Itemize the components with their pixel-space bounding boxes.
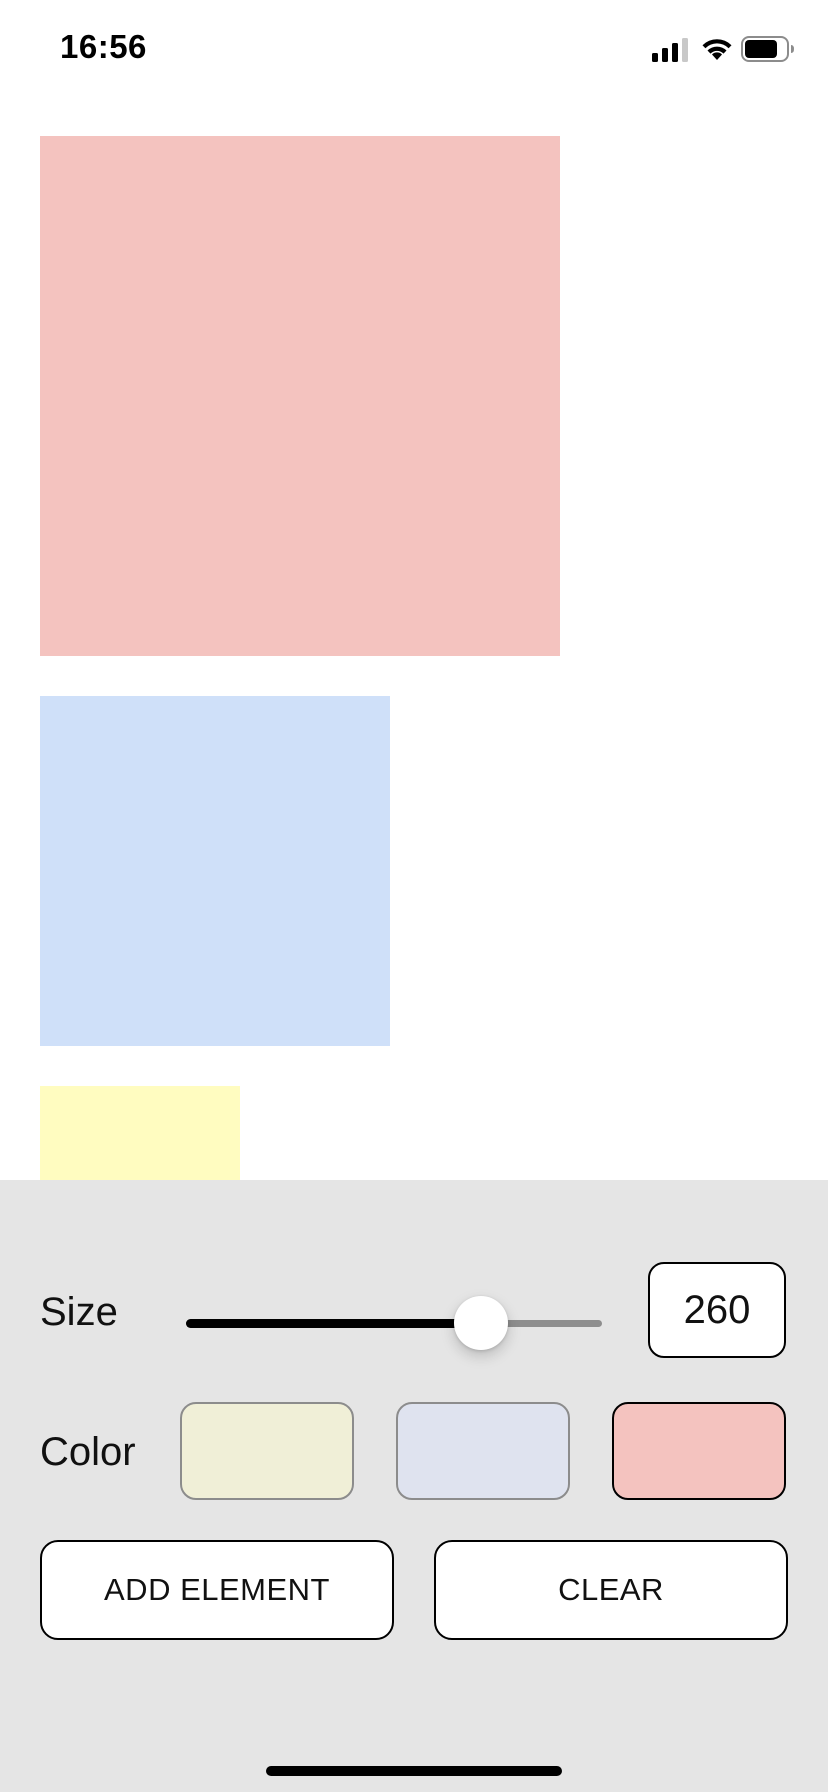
wifi-icon (702, 39, 732, 60)
size-label: Size (40, 1290, 118, 1334)
canvas-area[interactable] (0, 100, 828, 1286)
control-panel: Size 260 Color ADD ELEMENT CLEAR (0, 1180, 828, 1792)
canvas-element[interactable] (40, 696, 390, 1046)
color-label: Color (40, 1430, 136, 1474)
size-slider[interactable] (186, 1296, 602, 1352)
color-swatch-red[interactable] (612, 1402, 786, 1500)
slider-fill (186, 1319, 481, 1328)
clear-button[interactable]: CLEAR (434, 1540, 788, 1640)
battery-icon (741, 36, 794, 62)
slider-thumb[interactable] (454, 1296, 508, 1350)
status-time: 16:56 (60, 28, 147, 65)
cellular-signal-icon (652, 38, 688, 62)
add-element-button[interactable]: ADD ELEMENT (40, 1540, 394, 1640)
canvas-element[interactable] (40, 136, 560, 656)
app-screen: 16:56 Size 260 Color ADD ELEMENT CLEAR (0, 0, 828, 1792)
size-value-field[interactable]: 260 (648, 1262, 786, 1358)
home-indicator[interactable] (266, 1766, 562, 1776)
color-swatch-blue[interactable] (396, 1402, 570, 1500)
color-swatch-yellow[interactable] (180, 1402, 354, 1500)
status-bar: 16:56 (0, 0, 828, 100)
